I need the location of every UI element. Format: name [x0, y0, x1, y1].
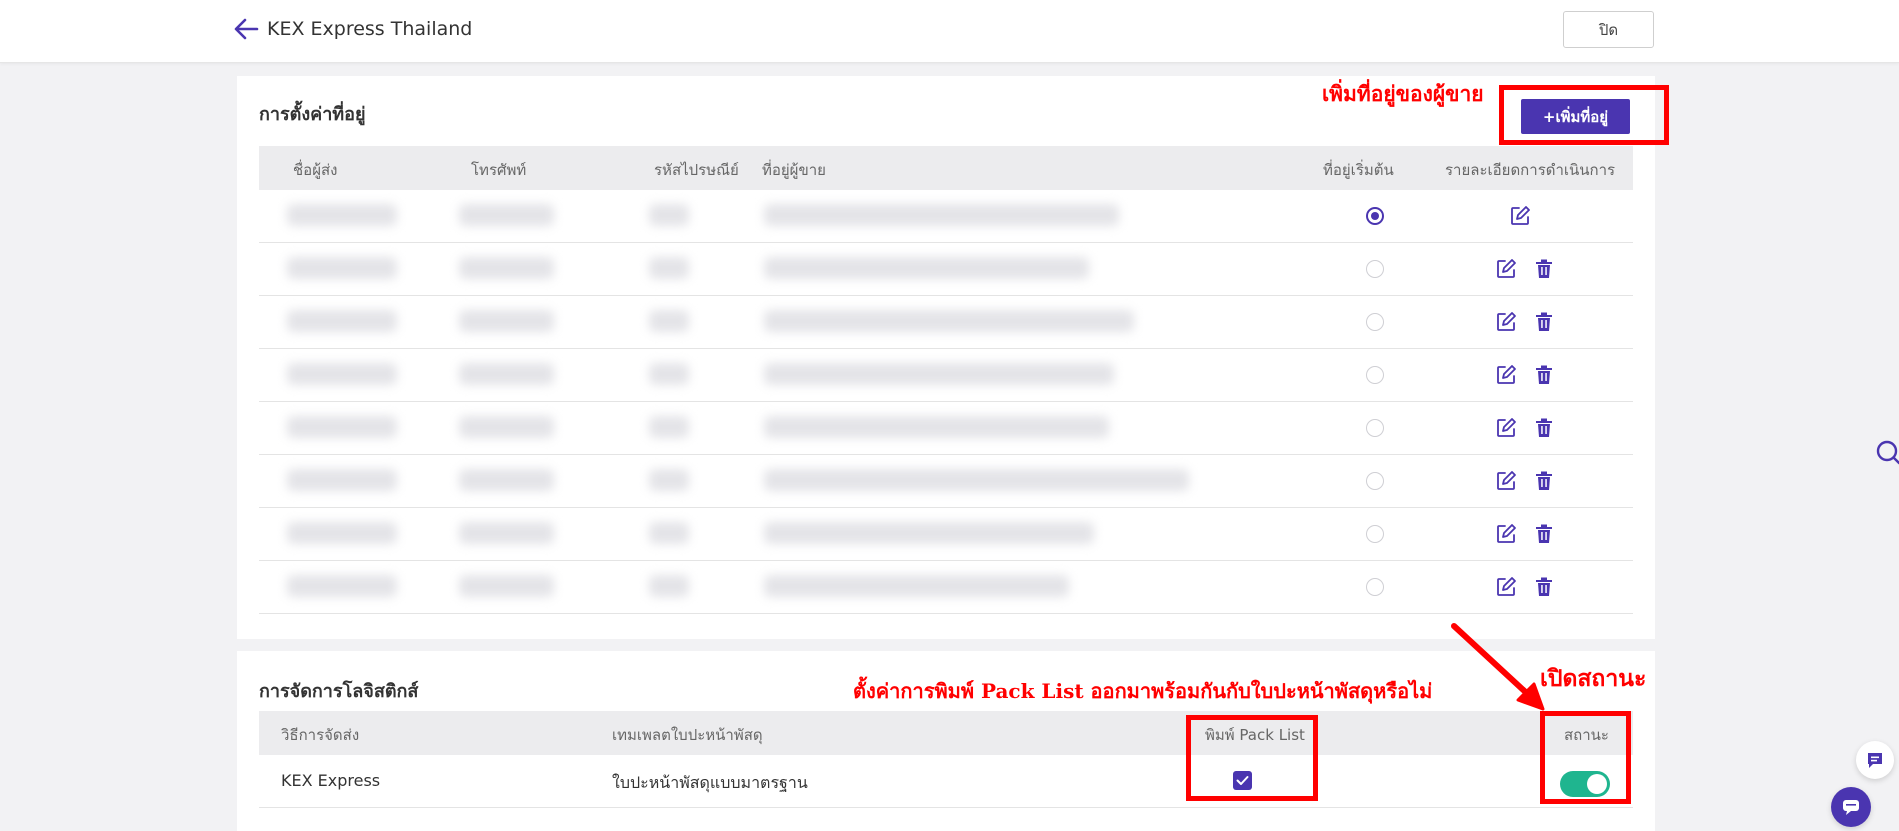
redacted-sender — [287, 522, 397, 544]
address-row — [259, 190, 1633, 243]
redacted-sender — [287, 310, 397, 332]
redacted-phone — [459, 416, 554, 438]
search-icon[interactable] — [1871, 438, 1899, 468]
trash-icon[interactable] — [1533, 417, 1555, 439]
address-settings-card: การตั้งค่าที่อยู่ +เพิ่มที่อยู่ ชื่อผู้ส… — [237, 76, 1655, 639]
redacted-sender — [287, 469, 397, 491]
annotation-add-address: เพิ่มที่อยู่ของผู้ขาย — [1322, 81, 1484, 106]
col-seller-address: ที่อยู่ผู้ขาย — [762, 161, 826, 179]
annotation-arrow-icon — [1451, 623, 1545, 711]
col-actions: รายละเอียดการดำเนินการ — [1445, 161, 1616, 179]
redacted-postcode — [649, 204, 689, 226]
redacted-phone — [459, 363, 554, 385]
close-button[interactable]: ปิด — [1563, 11, 1654, 48]
redacted-address — [764, 257, 1089, 279]
default-address-radio[interactable] — [1366, 419, 1384, 437]
address-row — [259, 243, 1633, 296]
edit-icon[interactable] — [1495, 470, 1517, 492]
redacted-phone — [459, 469, 554, 491]
redacted-phone — [459, 522, 554, 544]
address-table-header: ชื่อผู้ส่ง โทรศัพท์ รหัสไปรษณีย์ ที่อยู่… — [259, 146, 1633, 190]
redacted-address — [764, 469, 1189, 491]
arrow-left-icon[interactable] — [233, 17, 259, 41]
logistics-row: KEX Express ใบปะหน้าพัสดุแบบมาตรฐาน — [259, 755, 1633, 808]
col-label-template: เทมเพลตใบปะหน้าพัสดุ — [612, 726, 763, 744]
col-default-address: ที่อยู่เริ่มต้น — [1323, 161, 1394, 179]
default-address-radio[interactable] — [1366, 260, 1384, 278]
redacted-sender — [287, 575, 397, 597]
address-row — [259, 455, 1633, 508]
page-title: KEX Express Thailand — [267, 18, 473, 40]
redacted-postcode — [649, 310, 689, 332]
feedback-button[interactable] — [1856, 741, 1894, 779]
edit-icon[interactable] — [1495, 364, 1517, 386]
redacted-postcode — [649, 257, 689, 279]
redacted-postcode — [649, 469, 689, 491]
annotation-box-add-address — [1499, 85, 1669, 145]
default-address-radio[interactable] — [1366, 525, 1384, 543]
annotation-box-pack-list — [1186, 715, 1318, 801]
trash-icon[interactable] — [1533, 258, 1555, 280]
address-row — [259, 349, 1633, 402]
redacted-phone — [459, 257, 554, 279]
redacted-phone — [459, 310, 554, 332]
address-section-title: การตั้งค่าที่อยู่ — [259, 104, 366, 125]
redacted-phone — [459, 204, 554, 226]
top-bar: KEX Express Thailand ปิด — [0, 0, 1899, 63]
trash-icon[interactable] — [1533, 523, 1555, 545]
trash-icon[interactable] — [1533, 470, 1555, 492]
col-sender-name: ชื่อผู้ส่ง — [293, 161, 338, 179]
logistics-table-header: วิธีการจัดส่ง เทมเพลตใบปะหน้าพัสดุ พิมพ์… — [259, 711, 1633, 755]
redacted-address — [764, 416, 1109, 438]
label-template[interactable]: ใบปะหน้าพัสดุแบบมาตรฐาน — [612, 771, 808, 796]
trash-icon[interactable] — [1533, 364, 1555, 386]
edit-icon[interactable] — [1495, 311, 1517, 333]
trash-icon[interactable] — [1533, 311, 1555, 333]
address-row — [259, 561, 1633, 614]
default-address-radio[interactable] — [1366, 366, 1384, 384]
chat-button[interactable] — [1831, 787, 1871, 827]
message-icon — [1868, 753, 1882, 768]
default-address-radio[interactable] — [1366, 313, 1384, 331]
default-address-radio[interactable] — [1366, 578, 1384, 596]
default-address-radio[interactable] — [1366, 472, 1384, 490]
redacted-postcode — [649, 575, 689, 597]
edit-icon[interactable] — [1495, 523, 1517, 545]
redacted-postcode — [649, 363, 689, 385]
annotation-box-status — [1540, 711, 1631, 804]
redacted-sender — [287, 204, 397, 226]
edit-icon[interactable] — [1495, 258, 1517, 280]
trash-icon[interactable] — [1533, 576, 1555, 598]
col-shipping-method: วิธีการจัดส่ง — [281, 726, 360, 744]
redacted-address — [764, 204, 1119, 226]
chat-icon — [1843, 800, 1859, 815]
edit-icon[interactable] — [1495, 576, 1517, 598]
annotation-pack-list: ตั้งค่าการพิมพ์ Pack List ออกมาพร้อมกันก… — [853, 679, 1433, 703]
address-row — [259, 402, 1633, 455]
col-postcode: รหัสไปรษณีย์ — [654, 161, 739, 179]
redacted-address — [764, 575, 1069, 597]
redacted-phone — [459, 575, 554, 597]
redacted-address — [764, 310, 1134, 332]
default-address-radio[interactable] — [1366, 207, 1384, 225]
redacted-sender — [287, 363, 397, 385]
redacted-sender — [287, 416, 397, 438]
edit-icon[interactable] — [1495, 417, 1517, 439]
edit-icon[interactable] — [1509, 205, 1531, 227]
redacted-sender — [287, 257, 397, 279]
address-row — [259, 296, 1633, 349]
address-row — [259, 508, 1633, 561]
redacted-postcode — [649, 416, 689, 438]
redacted-address — [764, 363, 1114, 385]
shipping-method: KEX Express — [281, 771, 381, 790]
col-phone: โทรศัพท์ — [471, 161, 527, 179]
redacted-address — [764, 522, 1094, 544]
logistics-section-title: การจัดการโลจิสติกส์ — [259, 681, 419, 702]
redacted-postcode — [649, 522, 689, 544]
